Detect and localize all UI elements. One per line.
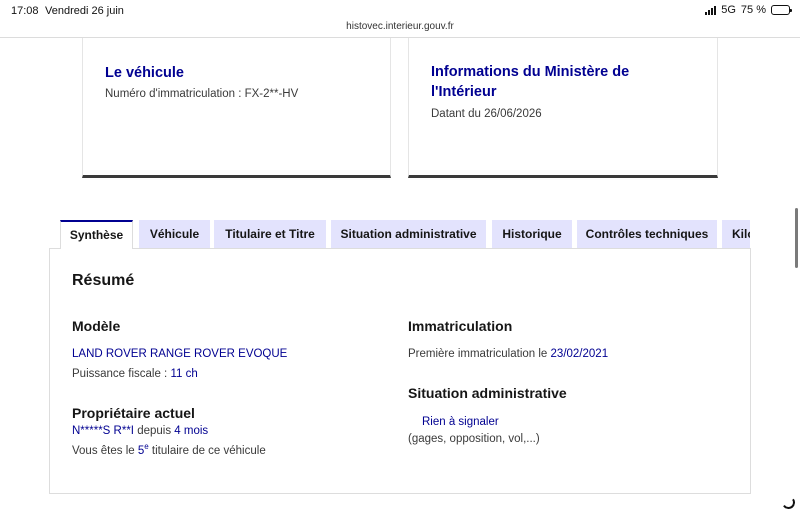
owner-heading: Propriétaire actuel <box>72 405 195 421</box>
owner-name: N*****S R**I <box>72 425 134 437</box>
plate-value: FX-2**-HV <box>244 88 299 100</box>
battery-icon <box>771 5 792 15</box>
address-bar[interactable]: histovec.interieur.gouv.fr <box>0 21 800 32</box>
registration-heading: Immatriculation <box>408 318 513 334</box>
first-registration-date: 23/02/2021 <box>550 348 609 360</box>
admin-status-detail: (gages, opposition, vol,...) <box>408 433 540 445</box>
model-heading: Modèle <box>72 318 121 334</box>
tab-titulaire-titre[interactable]: Titulaire et Titre <box>214 220 326 249</box>
report-tabs: Synthèse Véhicule Titulaire et Titre Sit… <box>60 220 750 249</box>
status-indicators: 5G 75 % <box>705 4 792 16</box>
first-registration-line: Première immatriculation le 23/02/2021 <box>408 348 608 360</box>
plate-label: Numéro d'immatriculation : <box>105 88 242 100</box>
network-type: 5G <box>721 4 736 16</box>
fiscal-power-label: Puissance fiscale : <box>72 368 168 380</box>
vehicle-card-title: Le véhicule <box>105 65 184 81</box>
owner-rank-line: Vous êtes le 5e titulaire de ce véhicule <box>72 442 266 457</box>
battery-percent: 75 % <box>740 4 766 16</box>
loading-spinner-icon <box>780 494 797 511</box>
tab-situation-administrative[interactable]: Situation administrative <box>331 220 486 249</box>
ministry-date-label: Datant du <box>431 108 481 120</box>
owner-since-value: 4 mois <box>174 425 209 437</box>
owner-rank: 5e <box>138 442 149 457</box>
model-name: LAND ROVER RANGE ROVER EVOQUE <box>72 348 288 360</box>
tab-kilometrage[interactable]: Kilo <box>722 220 750 249</box>
plate-line: Numéro d'immatriculation : FX-2**-HV <box>105 88 298 100</box>
ministry-card-title: Informations du Ministère de l'Intérieur <box>431 62 629 102</box>
vehicle-card: Le véhicule Numéro d'immatriculation : F… <box>82 38 391 178</box>
summary-title: Résumé <box>72 272 135 289</box>
status-date: Vendredi 26 juin <box>45 5 124 17</box>
tab-synthese[interactable]: Synthèse <box>60 220 133 249</box>
fiscal-power-value: 11 ch <box>170 368 198 380</box>
tab-controles-techniques[interactable]: Contrôles techniques <box>577 220 717 249</box>
ministry-card: Informations du Ministère de l'Intérieur… <box>408 38 718 178</box>
owner-line: N*****S R**I depuis 4 mois <box>72 425 208 437</box>
owner-since-label: depuis <box>137 425 172 437</box>
ministry-title-line2: l'Intérieur <box>431 84 497 100</box>
url-text[interactable]: histovec.interieur.gouv.fr <box>346 21 454 32</box>
admin-status-heading: Situation administrative <box>408 385 567 401</box>
owner-rank-suffix: titulaire de ce véhicule <box>151 445 266 457</box>
fiscal-power-line: Puissance fiscale : 11 ch <box>72 368 198 380</box>
ministry-title-line1: Informations du Ministère de <box>431 64 630 80</box>
owner-rank-sup: e <box>144 442 149 451</box>
cellular-signal-icon <box>705 5 717 15</box>
owner-rank-prefix: Vous êtes le <box>72 445 135 457</box>
status-time: 17:08 <box>11 5 39 17</box>
ios-status-bar: 17:08 Vendredi 26 juin 5G 75 % <box>0 0 800 20</box>
admin-status-value: Rien à signaler <box>422 416 499 428</box>
scrollbar[interactable] <box>795 208 798 268</box>
ministry-date-value: 26/06/2026 <box>484 108 542 120</box>
first-registration-label: Première immatriculation le <box>408 348 548 360</box>
tab-vehicule[interactable]: Véhicule <box>139 220 210 249</box>
tab-historique[interactable]: Historique <box>492 220 572 249</box>
ministry-date-line: Datant du 26/06/2026 <box>431 108 542 120</box>
